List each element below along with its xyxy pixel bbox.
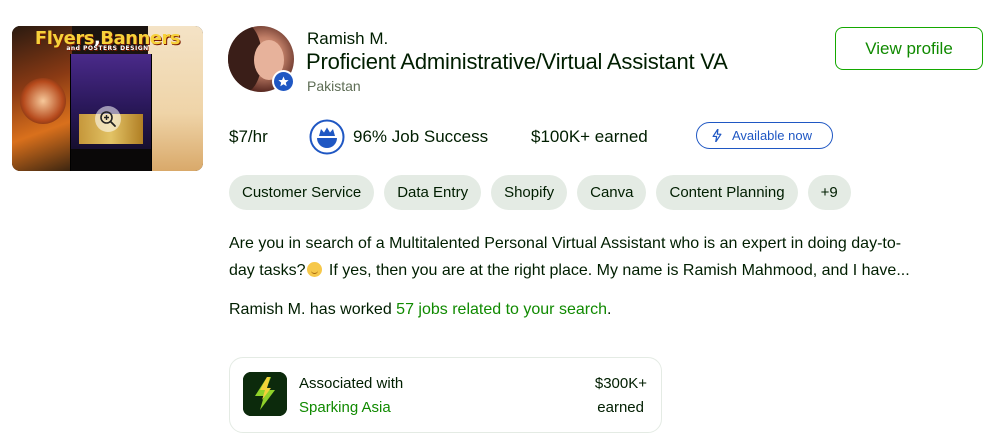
skill-chip[interactable]: Content Planning: [656, 175, 798, 210]
agency-logo: [243, 372, 287, 416]
profile-description[interactable]: Are you in search of a Multitalented Per…: [229, 230, 969, 284]
jobs-worked-text: Ramish M. has worked 57 jobs related to …: [229, 301, 612, 318]
poster-left-graphic: [20, 78, 66, 124]
agency-name-link[interactable]: Sparking Asia: [299, 399, 391, 416]
availability-badge: Available now: [696, 122, 833, 149]
hourly-rate: $7/hr: [229, 127, 268, 146]
associated-label: Associated with: [299, 375, 404, 392]
freelancer-name[interactable]: Ramish M.: [307, 29, 388, 49]
agency-earned-amount: $300K+: [594, 375, 647, 392]
job-success: 96% Job Success: [353, 127, 489, 146]
freelancer-country: Pakistan: [307, 78, 361, 94]
freelancer-title[interactable]: Proficient Administrative/Virtual Assist…: [306, 49, 728, 75]
portfolio-thumbnail[interactable]: Flyers,Banners and POSTERS DESIGN: [12, 26, 203, 171]
agency-card[interactable]: Associated with Sparking Asia $300K+ ear…: [229, 357, 662, 433]
total-earned: $100K+ earned: [531, 127, 648, 146]
smiley-emoji-icon: [307, 262, 323, 277]
skill-chip[interactable]: Customer Service: [229, 175, 375, 210]
portfolio-headline: Flyers,Banners and POSTERS DESIGN: [34, 28, 181, 52]
skill-chip[interactable]: Shopify: [491, 175, 568, 210]
skill-chip[interactable]: Canva: [577, 175, 647, 210]
skills-list: Customer Service Data Entry Shopify Canv…: [229, 175, 851, 210]
related-jobs-link[interactable]: 57 jobs related to your search: [396, 301, 607, 318]
view-profile-button[interactable]: View profile: [835, 27, 983, 70]
agency-earned-label: earned: [597, 399, 644, 416]
lightning-icon: [712, 129, 722, 142]
zoom-icon[interactable]: [95, 106, 121, 132]
availability-label: Available now: [732, 128, 812, 143]
verified-badge-icon: [272, 70, 295, 93]
skill-chip[interactable]: Data Entry: [384, 175, 482, 210]
more-skills-chip[interactable]: +9: [807, 175, 851, 210]
job-success-icon: [309, 119, 345, 155]
